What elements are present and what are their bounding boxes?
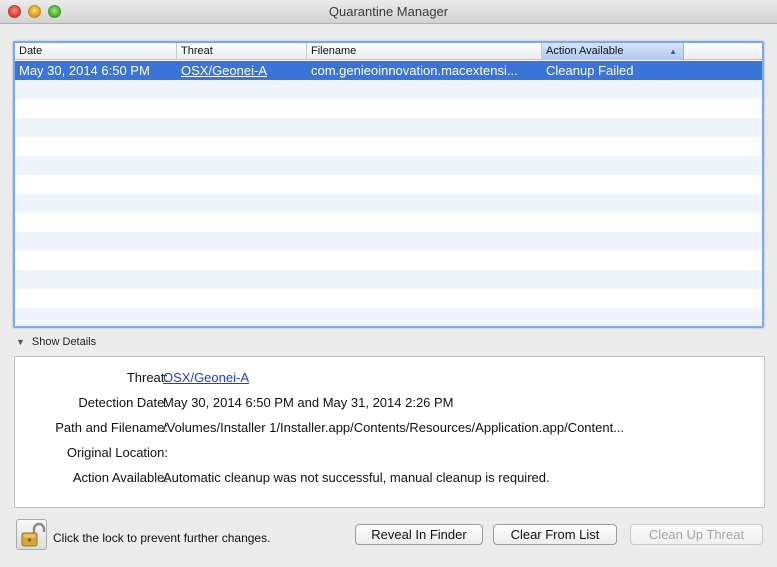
title-bar[interactable]: Quarantine Manager [0,0,777,24]
detail-row-detection-date: Detection Date: May 30, 2014 6:50 PM and… [15,394,764,412]
empty-table-row [15,232,762,251]
disclosure-triangle-icon[interactable]: ▼ [16,335,25,349]
detection-date-value: May 30, 2014 6:50 PM and May 31, 2014 2:… [163,395,454,410]
detail-row-original-location: Original Location: [15,444,764,462]
show-details-toggle[interactable]: ▼ Show Details [16,335,96,349]
empty-table-row [15,251,762,270]
reveal-in-finder-button[interactable]: Reveal In Finder [355,524,483,545]
empty-table-row [15,289,762,308]
column-header-action-label: Action Available [546,45,624,57]
threat-label: Threat: [126,370,168,385]
cell-filename: com.genieoinnovation.macextensi... [311,63,518,78]
empty-table-row [15,137,762,156]
cell-date: May 30, 2014 6:50 PM [19,63,150,78]
details-panel: Threat: OSX/Geonei-A Detection Date: May… [14,356,765,508]
sort-ascending-icon: ▲ [669,47,677,56]
table-header: Date Threat Filename Action Available ▲ [15,43,762,60]
column-header-filename[interactable]: Filename [307,43,542,60]
clean-up-threat-button: Clean Up Threat [630,524,763,545]
quarantine-table[interactable]: Date Threat Filename Action Available ▲ … [13,41,764,328]
table-row[interactable]: May 30, 2014 6:50 PM OSX/Geonei-A com.ge… [15,61,762,80]
empty-table-row [15,308,762,326]
column-header-action-available[interactable]: Action Available ▲ [542,43,684,60]
path-label: Path and Filename: [55,420,168,435]
path-value: /Volumes/Installer 1/Installer.app/Conte… [163,420,625,435]
cell-action-available: Cleanup Failed [546,63,634,78]
lock-button[interactable] [16,519,47,550]
detail-row-path: Path and Filename: /Volumes/Installer 1/… [15,419,764,437]
detail-row-threat: Threat: OSX/Geonei-A [15,369,764,387]
empty-table-row [15,270,762,289]
empty-table-row [15,80,762,99]
empty-table-row [15,175,762,194]
lock-hint-text: Click the lock to prevent further change… [53,531,271,545]
column-header-date[interactable]: Date [15,43,177,60]
window-title: Quarantine Manager [328,4,449,19]
action-available-value: Automatic cleanup was not successful, ma… [163,470,550,485]
original-location-label: Original Location: [66,445,168,460]
action-available-label: Action Available: [72,470,168,485]
clear-from-list-button[interactable]: Clear From List [493,524,617,545]
show-details-label: Show Details [31,336,97,348]
table-body: May 30, 2014 6:50 PM OSX/Geonei-A com.ge… [15,61,762,326]
empty-table-row [15,118,762,137]
detection-date-label: Detection Date: [78,395,168,410]
unlocked-padlock-icon [21,522,46,547]
column-header-threat[interactable]: Threat [177,43,307,60]
empty-table-row [15,213,762,232]
empty-table-row [15,156,762,175]
empty-table-row [15,194,762,213]
threat-link[interactable]: OSX/Geonei-A [163,369,249,387]
empty-table-row [15,99,762,118]
quarantine-manager-window: Quarantine Manager Date Threat Filename … [0,0,777,567]
detail-row-action-available: Action Available: Automatic cleanup was … [15,469,764,487]
cell-threat-link[interactable]: OSX/Geonei-A [177,61,307,80]
